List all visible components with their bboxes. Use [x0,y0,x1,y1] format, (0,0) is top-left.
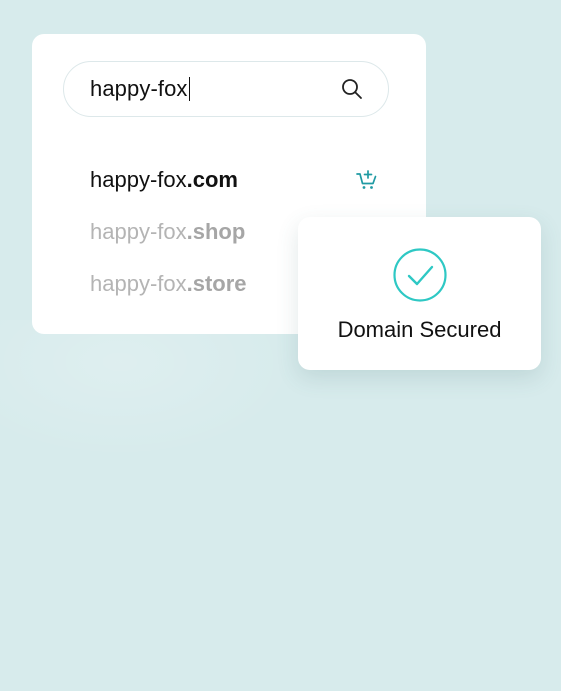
domain-result-tld: .shop [186,219,246,244]
domain-result-name: happy-fox [90,167,187,192]
domain-result-name: happy-fox [90,219,187,244]
search-icon[interactable] [340,77,364,101]
check-circle-icon [392,248,447,302]
text-caret [188,77,191,101]
domain-result-tld: .store [186,271,247,296]
domain-result-name: happy-fox [90,271,187,296]
domain-secured-label: Domain Secured [337,317,502,342]
domain-secured-card: Domain Secured [298,217,541,370]
domain-search-input[interactable]: happy-fox [63,61,389,117]
domain-result-tld: .com [186,167,238,192]
background-glow [0,320,300,460]
page: happy-fox happy-fox .com happy-fox .shop… [0,0,561,691]
domain-result-com[interactable]: happy-fox .com [90,154,380,206]
cart-add-icon[interactable] [354,167,380,193]
search-input-value: happy-fox [90,76,188,101]
